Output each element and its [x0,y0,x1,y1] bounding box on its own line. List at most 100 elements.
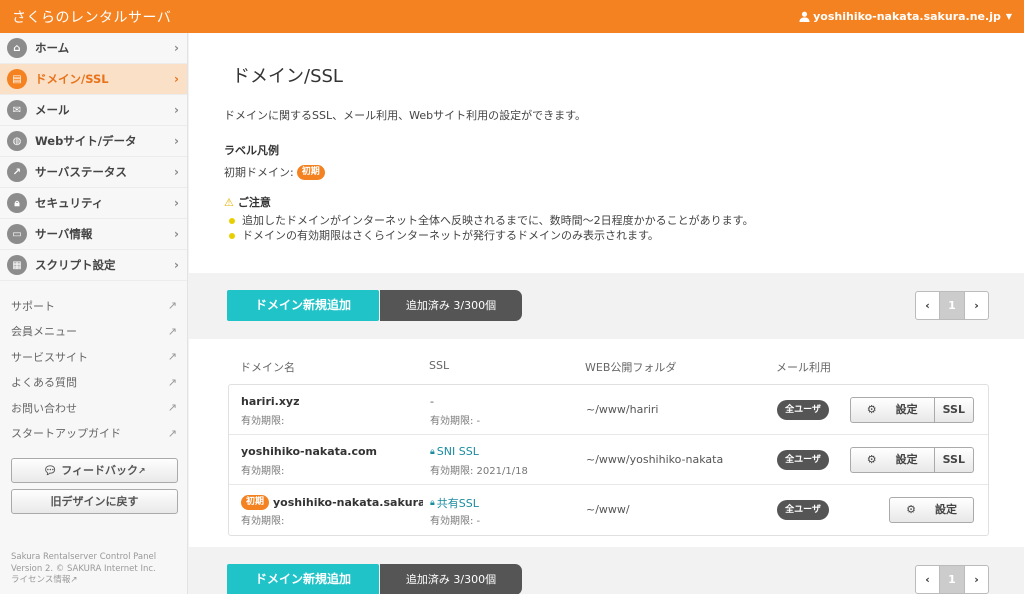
external-link-icon: ↗ [167,375,177,389]
initial-badge: 初期 [241,495,270,510]
user-domain: yoshihiko-nakata.sakura.ne.jp [813,10,1001,23]
settings-button[interactable]: ⚙ 設定 [851,448,934,472]
sidebar-footer: Sakura Rentalserver Control Panel Versio… [11,552,156,587]
lock-icon: 🔒︎ [430,446,435,457]
column-header-folder: WEB公開フォルダ [585,361,677,374]
info-icon: ▭ [7,224,27,244]
ssl-status: - [430,395,434,408]
page-title: ドメイン/SSL [232,66,343,87]
current-page[interactable]: 1 [940,292,964,319]
sidebar-item-label: ホーム [35,41,70,55]
sidebar-item-security[interactable]: 🔒︎ セキュリティ › [0,188,187,219]
warning-icon: ⚠ [224,195,234,209]
pagination: ‹ 1 › [915,291,989,320]
link-faq[interactable]: よくある質問 ↗ [0,370,187,396]
external-links: サポート ↗ 会員メニュー ↗ サービスサイト ↗ よくある質問 ↗ お問い合わせ ↗ ス… [0,293,187,446]
table-row: 初期yoshihiko-nakata.sakura.… 有効期限: 🔒︎共有SS… [229,485,988,535]
ssl-text: 共有SSL [436,497,479,510]
legend-row: 初期ドメイン: 初期 [224,164,325,180]
footer-line: Sakura Rentalserver Control Panel [11,552,157,562]
sidebar-item-script[interactable]: ▦ スクリプト設定 › [0,250,187,281]
mail-usage-badge: 全ユーザ [777,500,829,520]
link-support[interactable]: サポート ↗ [0,293,187,319]
sidebar-item-label: メール [35,103,70,117]
sidebar-item-website[interactable]: ◍ Webサイト/データ › [0,126,187,157]
settings-button[interactable]: ⚙ 設定 [851,398,934,422]
feedback-button[interactable]: 💬︎ フィードバック↗ [11,458,178,483]
link-member-menu[interactable]: 会員メニュー ↗ [0,319,187,345]
script-icon: ▦ [7,255,27,275]
ssl-text: SNI SSL [436,445,479,458]
notice-title-text: ご注意 [237,196,271,209]
sidebar-item-label: サーバ情報 [35,227,93,241]
license-link[interactable]: ライセンス情報↗ [11,575,156,587]
link-startup-guide[interactable]: スタートアップガイド ↗ [0,421,187,447]
pagination: ‹ 1 › [915,565,989,594]
feedback-label: フィードバック [61,464,139,477]
domain-text: yoshihiko-nakata.sakura.… [273,496,423,509]
current-page[interactable]: 1 [940,566,964,593]
chevron-right-icon: › [174,165,179,179]
domain-name[interactable]: yoshihiko-nakata.com [241,445,377,458]
user-menu[interactable]: yoshihiko-nakata.sakura.ne.jp ▼ [799,10,1012,23]
add-domain-button[interactable]: ドメイン新規追加 [227,290,379,321]
globe-icon: ◍ [7,131,27,151]
domain-text: yoshihiko-nakata.com [241,445,378,458]
ssl-status[interactable]: 🔒︎ SNI SSL [430,445,479,458]
next-page-button[interactable]: › [964,566,988,593]
external-link-icon: ↗ [167,426,177,440]
intro-panel: ドメイン/SSL ドメインに関するSSL、メール利用、Webサイト利用の設定がで… [189,33,1024,273]
legend-label: 初期ドメイン: [224,166,294,179]
domain-name[interactable]: 初期yoshihiko-nakata.sakura.… [241,495,423,510]
domain-count-badge: 追加済み 3/300個 [380,564,522,594]
link-service-site[interactable]: サービスサイト ↗ [0,344,187,370]
bullet-icon [229,217,235,224]
sidebar-item-home[interactable]: ⌂ ホーム › [0,33,187,64]
settings-label: 設定 [895,453,918,466]
domain-name[interactable]: hariri.xyz [241,395,300,408]
legend-title: ラベル凡例 [224,144,279,157]
domain-table: hariri.xyz 有効期限: - 有効期限: - ~/www/hariri … [228,384,989,536]
ssl-button[interactable]: SSL [933,398,973,422]
notice-list: 追加したドメインがインターネット全体へ反映されるまでに、数時間〜2日程度かかるこ… [229,213,754,243]
settings-button[interactable]: ⚙ 設定 [890,498,973,522]
notice-text: ドメインの有効期限はさくらインターネットが発行するドメインのみ表示されます。 [242,229,659,242]
sidebar-item-mail[interactable]: ✉ メール › [0,95,187,126]
chevron-right-icon: › [174,103,179,117]
notice-item: 追加したドメインがインターネット全体へ反映されるまでに、数時間〜2日程度かかるこ… [229,213,754,228]
link-label: スタートアップガイド [11,427,121,441]
web-folder: ~/www/yoshihiko-nakata [586,453,724,466]
ssl-button[interactable]: SSL [933,448,973,472]
domain-count-badge: 追加済み 3/300個 [380,290,522,321]
ssl-text: - [430,395,434,408]
next-page-button[interactable]: › [964,292,988,319]
prev-page-button[interactable]: ‹ [916,566,940,593]
prev-page-button[interactable]: ‹ [916,292,940,319]
notice-text: 追加したドメインがインターネット全体へ反映されるまでに、数時間〜2日程度かかるこ… [242,214,754,227]
domain-expiry: 有効期限: [241,516,285,527]
chevron-right-icon: › [174,227,179,241]
sidebar-item-server-status[interactable]: ↗ サーバステータス › [0,157,187,188]
chevron-right-icon: › [174,134,179,148]
web-folder: ~/www/hariri [586,403,659,416]
external-link-icon: ↗ [167,299,177,313]
sidebar-item-domain-ssl[interactable]: ▤ ドメイン/SSL › [0,64,187,95]
top-header: さくらのレンタルサーバ yoshihiko-nakata.sakura.ne.j… [0,0,1024,33]
sidebar-item-label: ドメイン/SSL [35,72,109,86]
sidebar-item-server-info[interactable]: ▭ サーバ情報 › [0,219,187,250]
column-header-ssl: SSL [429,359,450,372]
table-row: yoshihiko-nakata.com 有効期限: 🔒︎ SNI SSL 有効期… [229,435,988,485]
link-contact[interactable]: お問い合わせ ↗ [0,395,187,421]
gear-icon: ⚙ [906,503,916,516]
gear-icon: ⚙ [866,403,877,416]
row-actions: ⚙ 設定 SSL [849,447,974,473]
web-folder: ~/www/ [586,503,630,516]
domain-text: hariri.xyz [241,395,300,408]
ssl-status[interactable]: 🔒︎ 共有SSL [430,495,479,511]
chevron-right-icon: › [174,196,179,210]
column-header-mail: メール利用 [776,361,831,374]
settings-label: 設定 [935,503,957,516]
ssl-expiry: 有効期限: - [430,516,481,527]
add-domain-button[interactable]: ドメイン新規追加 [227,564,379,594]
old-design-button[interactable]: 旧デザインに戻す [11,489,178,514]
